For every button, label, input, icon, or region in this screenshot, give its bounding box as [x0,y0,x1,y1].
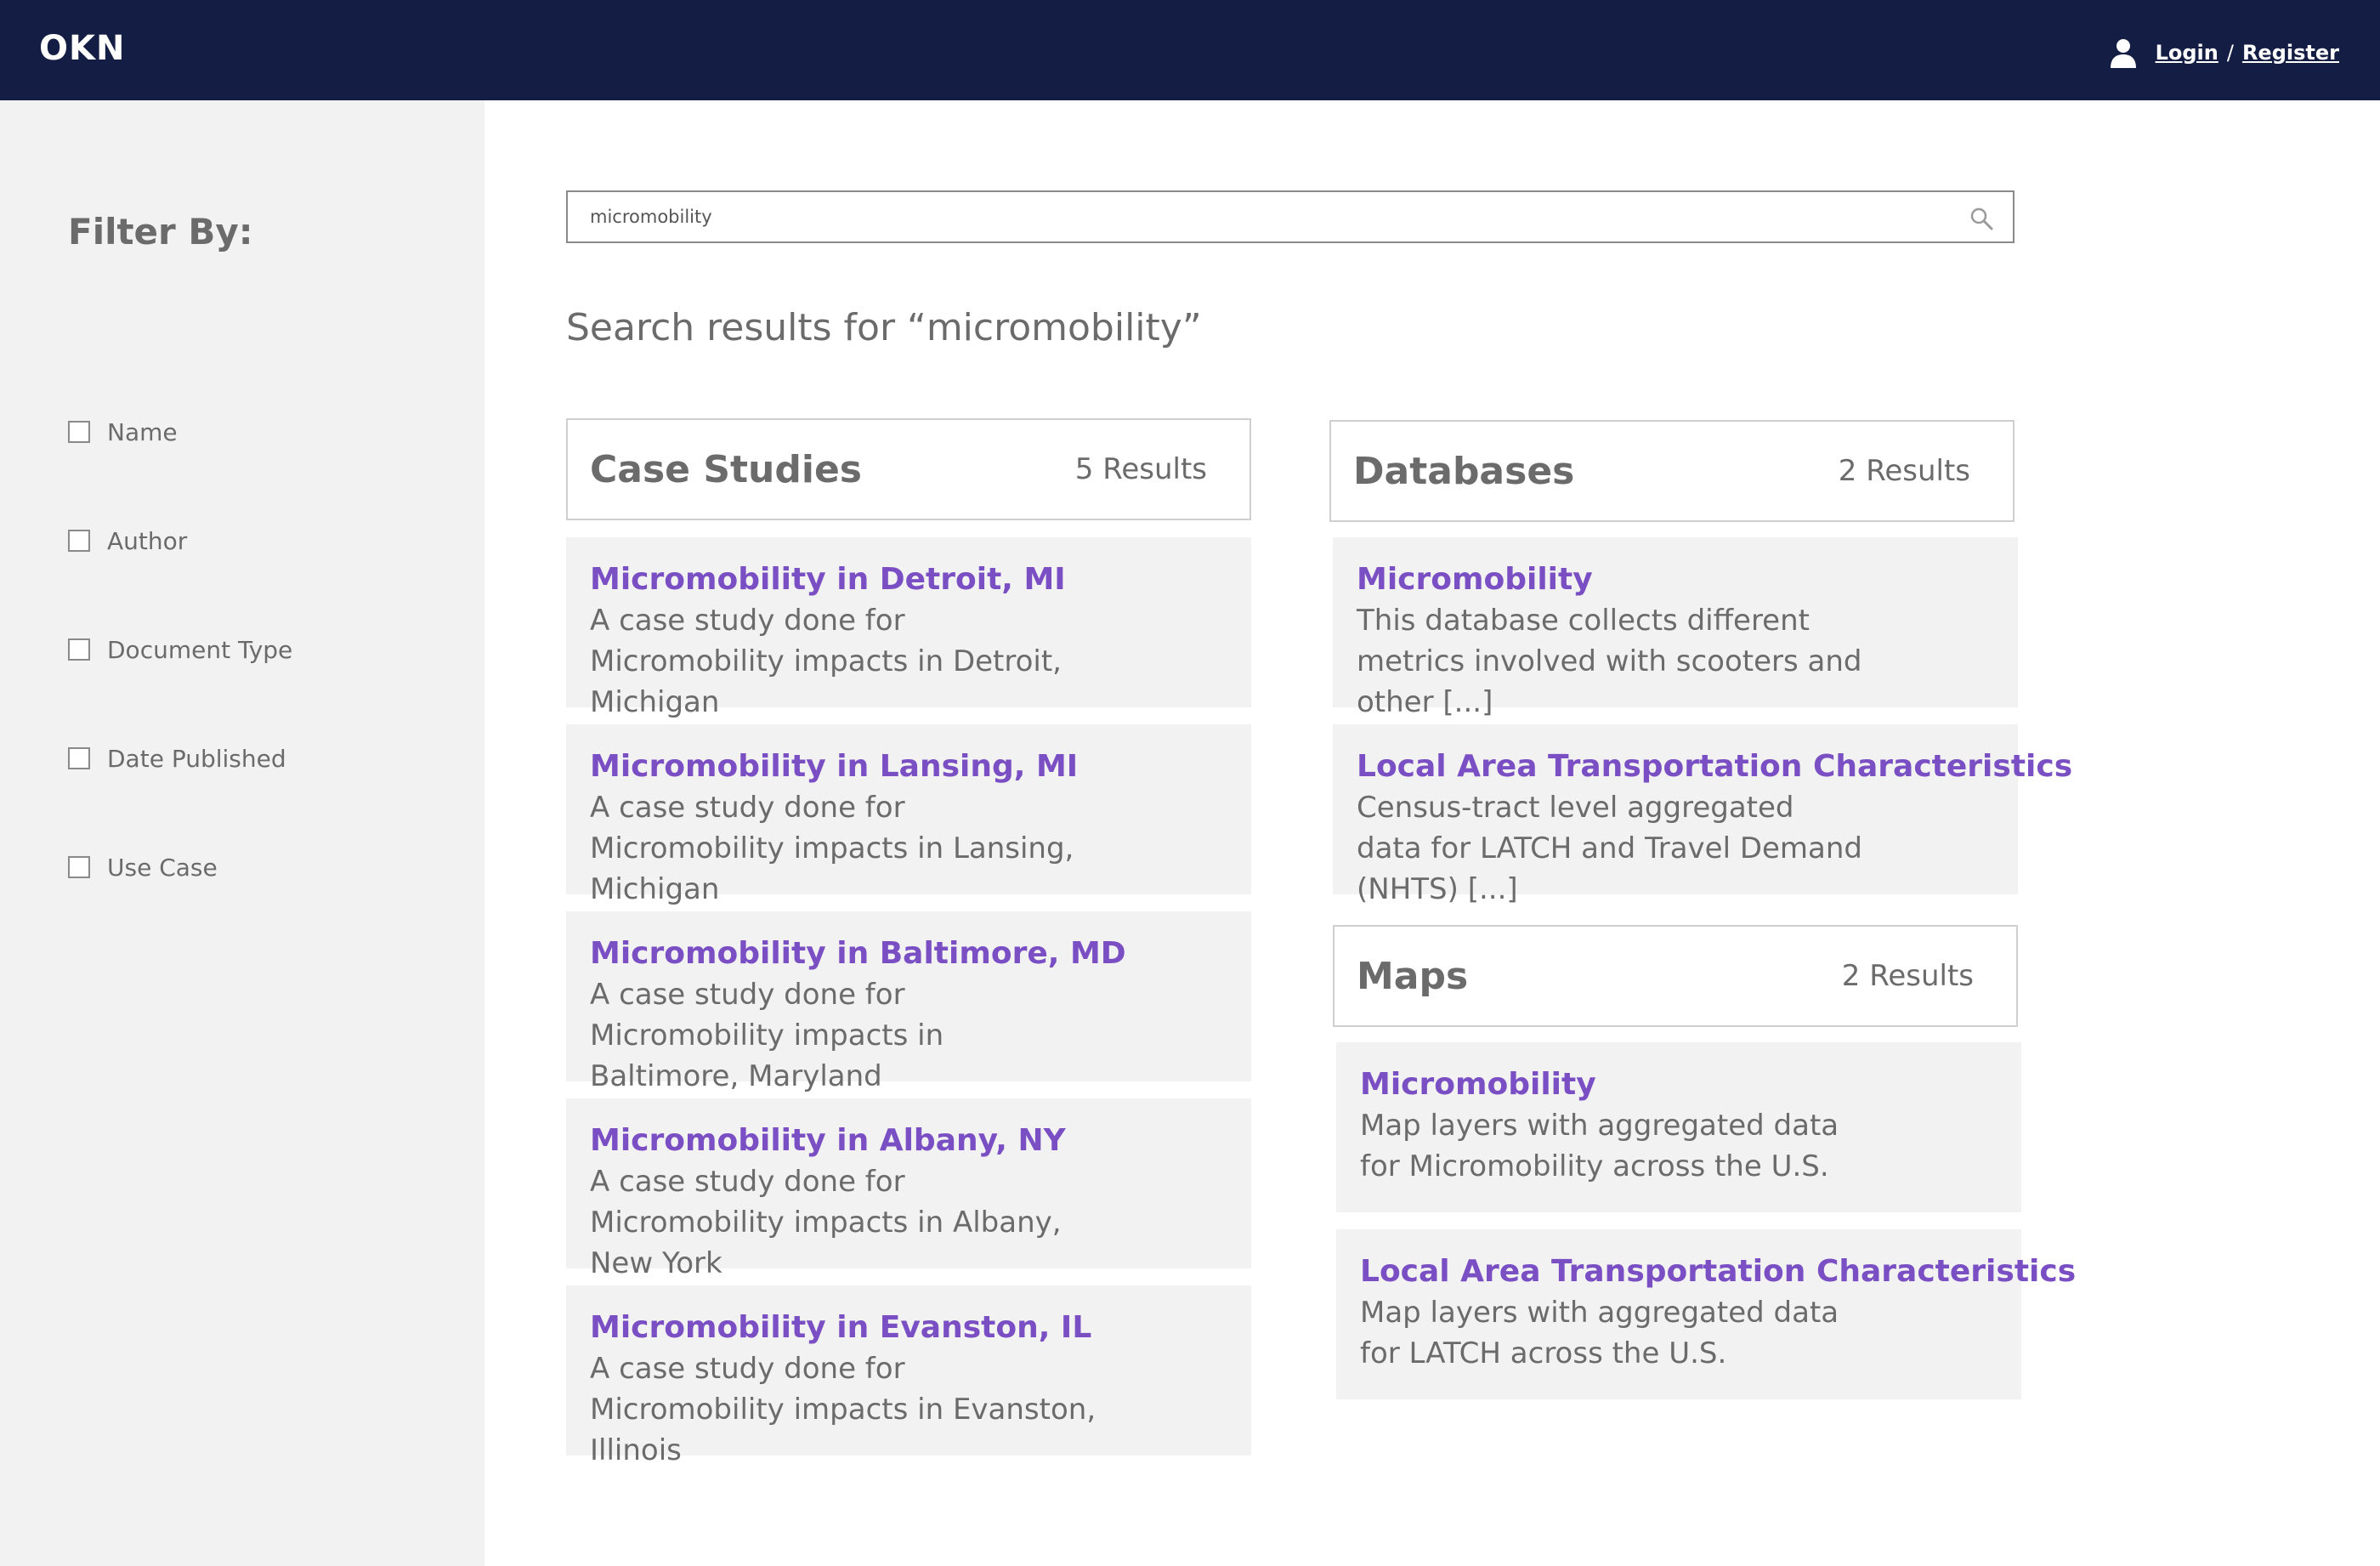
result-card[interactable]: Micromobility in Detroit, MI A case stud… [566,537,1251,719]
result-card[interactable]: Micromobility in Lansing, MI A case stud… [566,724,1251,906]
result-card[interactable]: Micromobility in Evanston, IL A case stu… [566,1285,1251,1467]
filter-label: Name [107,417,178,446]
filter-sidebar [0,100,484,1566]
filter-document-type[interactable]: Document Type [68,633,292,667]
filter-name[interactable]: Name [68,415,178,449]
search-bar [566,190,2014,243]
filter-label: Use Case [107,853,218,882]
checkbox[interactable] [68,856,90,878]
result-count: 2 Results [1838,454,1970,488]
result-title[interactable]: Micromobility [1357,559,1996,600]
category-title: Case Studies [590,447,862,491]
filter-date-published[interactable]: Date Published [68,741,286,775]
result-description: Census-tract level aggregated data for L… [1357,791,1863,906]
category-title: Maps [1357,954,1469,998]
result-description: Map layers with aggregated data for Micr… [1360,1109,1839,1183]
result-description: A case study done for Micromobility impa… [590,604,1062,719]
result-title[interactable]: Local Area Transportation Characteristic… [1360,1251,2076,1292]
result-card[interactable]: Micromobility This database collects dif… [1333,537,2018,719]
category-title: Databases [1353,449,1575,493]
results-title: Search results for “micromobility” [566,306,1202,349]
result-title[interactable]: Micromobility in Detroit, MI [590,559,1229,600]
login-link[interactable]: Login [2156,41,2218,65]
result-description: A case study done for Micromobility impa… [590,1352,1096,1467]
result-card[interactable]: Micromobility in Baltimore, MD A case st… [566,911,1251,1093]
result-title[interactable]: Micromobility [1360,1064,1999,1105]
filter-label: Document Type [107,635,293,664]
search-icon[interactable] [1969,206,1994,231]
checkbox[interactable] [68,530,90,552]
result-card[interactable]: Local Area Transportation Characteristic… [1333,724,2072,906]
filter-label: Date Published [107,744,286,773]
result-description: A case study done for Micromobility impa… [590,791,1074,906]
result-card[interactable]: Micromobility Map layers with aggregated… [1336,1042,2021,1212]
maps-header: Maps 2 Results [1333,925,2018,1027]
search-input[interactable] [588,206,1918,228]
filter-title: Filter By: [68,211,253,252]
databases-header: Databases 2 Results [1329,420,2014,522]
result-title[interactable]: Micromobility in Albany, NY [590,1121,1229,1161]
result-description: This database collects different metrics… [1357,604,1862,719]
filter-author[interactable]: Author [68,524,187,558]
filter-use-case[interactable]: Use Case [68,850,218,884]
filter-label: Author [107,526,188,555]
auth-links: Login / Register [2106,34,2339,71]
result-description: A case study done for Micromobility impa… [590,1165,1062,1280]
checkbox[interactable] [68,638,90,661]
result-title[interactable]: Micromobility in Evanston, IL [590,1308,1229,1348]
case-studies-header: Case Studies 5 Results [566,418,1251,520]
result-count: 5 Results [1074,452,1207,486]
checkbox[interactable] [68,747,90,769]
result-title[interactable]: Micromobility in Lansing, MI [590,746,1229,787]
result-description: A case study done for Micromobility impa… [590,978,944,1093]
result-title[interactable]: Micromobility in Baltimore, MD [590,933,1229,974]
result-title[interactable]: Local Area Transportation Characteristic… [1357,746,2072,787]
auth-separator: / [2226,41,2234,65]
top-navbar: OKN Login / Register [0,0,2380,100]
register-link[interactable]: Register [2242,41,2339,65]
logo[interactable]: OKN [39,29,125,68]
checkbox[interactable] [68,421,90,443]
result-count: 2 Results [1841,959,1974,993]
result-description: Map layers with aggregated data for LATC… [1360,1296,1839,1370]
user-icon [2110,39,2136,68]
result-card[interactable]: Micromobility in Albany, NY A case study… [566,1098,1251,1280]
result-card[interactable]: Local Area Transportation Characteristic… [1336,1229,2076,1399]
